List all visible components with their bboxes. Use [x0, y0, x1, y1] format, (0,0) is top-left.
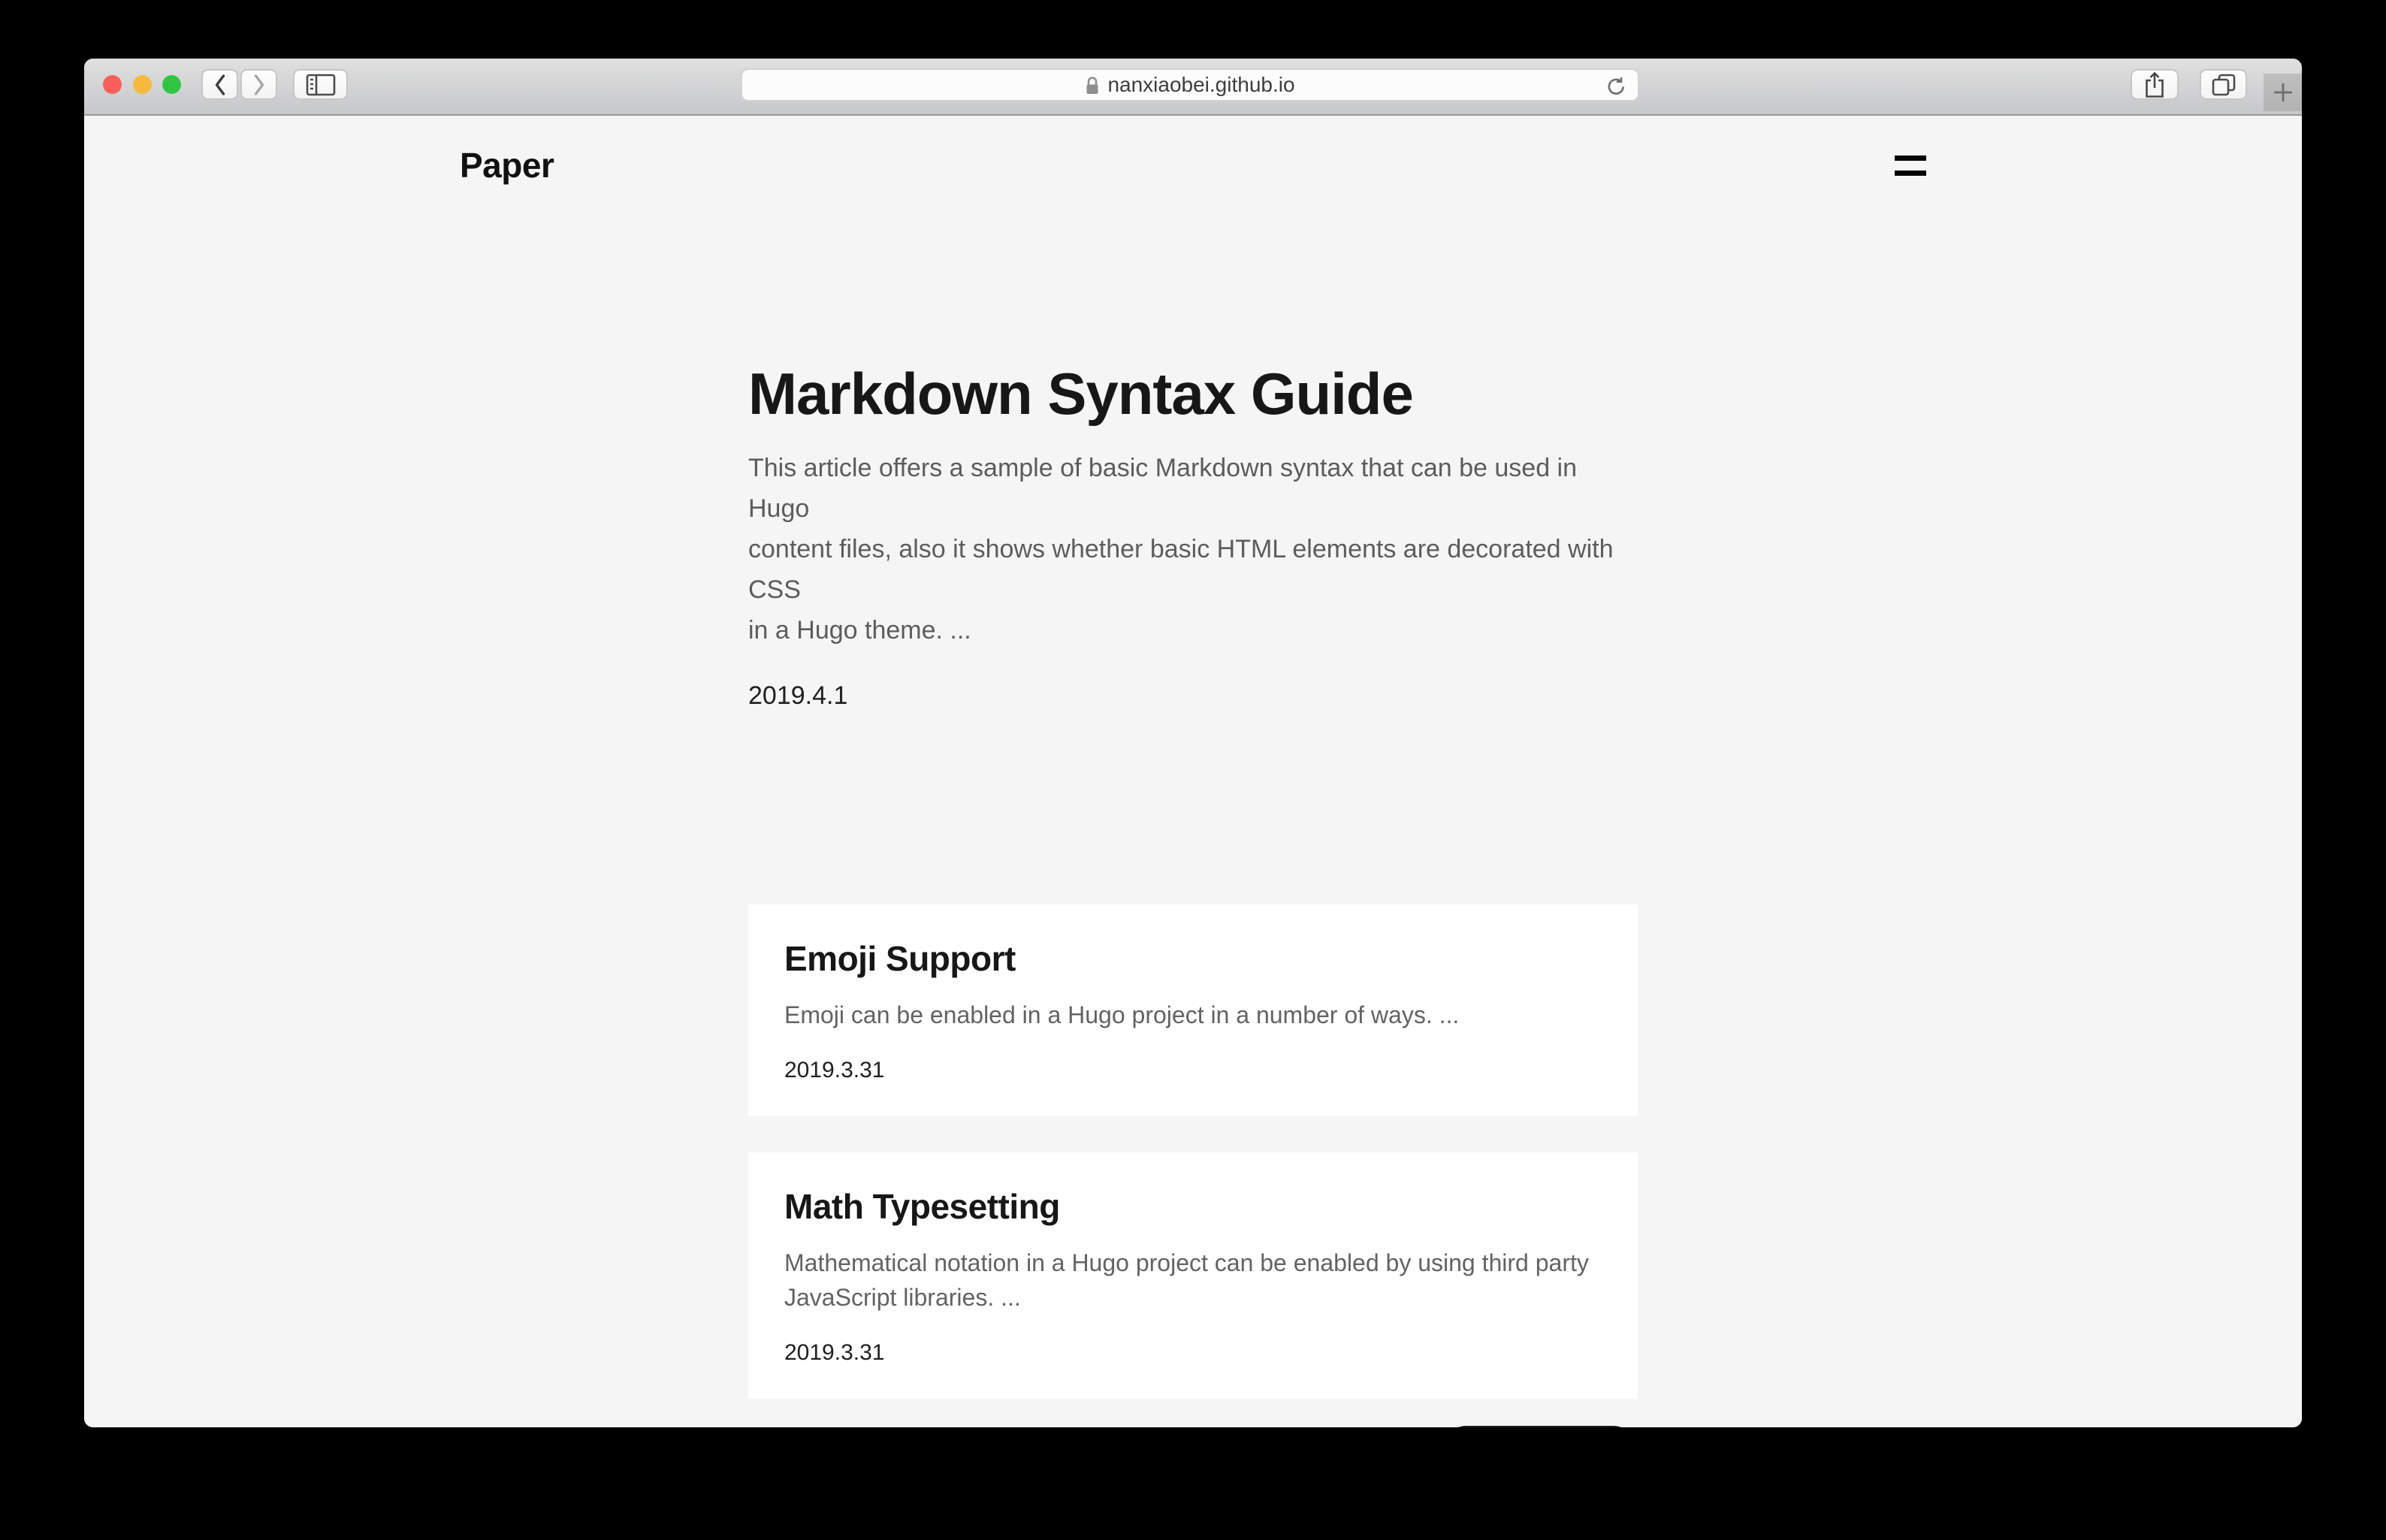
summary-line: Emoji can be enabled in a Hugo project i…	[784, 998, 1602, 1032]
new-tab-button[interactable]	[2264, 74, 2302, 111]
post-title[interactable]: Emoji Support	[784, 938, 1602, 980]
post-card[interactable]: Emoji Support Emoji can be enabled in a …	[748, 904, 1638, 1116]
menu-button[interactable]	[1895, 152, 1926, 179]
browser-toolbar: nanxiaobei.github.io	[84, 59, 2302, 116]
post-title[interactable]: Math Typesetting	[784, 1185, 1602, 1227]
tabs-icon	[2210, 73, 2237, 97]
post-summary: This article offers a sample of basic Ma…	[748, 448, 1638, 651]
summary-line: in a Hugo theme. ...	[748, 610, 1638, 651]
address-bar[interactable]: nanxiaobei.github.io	[741, 68, 1639, 101]
post-date: 2019.3.31	[784, 1058, 1602, 1083]
main-content: Markdown Syntax Guide This article offer…	[748, 359, 1638, 1427]
share-button[interactable]	[2131, 69, 2179, 100]
plus-icon	[2270, 80, 2296, 105]
fullscreen-window-button[interactable]	[162, 75, 181, 94]
sidebar-toggle-button[interactable]	[293, 69, 348, 100]
show-tabs-button[interactable]	[2200, 69, 2247, 100]
summary-line: Mathematical notation in a Hugo project …	[784, 1246, 1602, 1280]
post-title[interactable]: Markdown Syntax Guide	[748, 359, 1638, 428]
post-summary: Emoji can be enabled in a Hugo project i…	[784, 998, 1602, 1032]
chevron-right-icon	[252, 73, 267, 97]
hamburger-icon	[1895, 171, 1926, 176]
next-page-button[interactable]: Next Page →	[1442, 1426, 1638, 1427]
web-page: Paper Markdown Syntax Guide This article…	[84, 116, 2302, 1427]
pagination: Next Page →	[748, 1426, 1638, 1427]
site-header: Paper	[460, 116, 1926, 186]
featured-post: Markdown Syntax Guide This article offer…	[748, 359, 1638, 711]
hamburger-icon	[1895, 156, 1926, 161]
share-icon	[2143, 71, 2166, 99]
post-date: 2019.3.31	[784, 1340, 1602, 1366]
lock-icon[interactable]	[1085, 75, 1100, 95]
post-summary: Mathematical notation in a Hugo project …	[784, 1246, 1602, 1315]
url-text: nanxiaobei.github.io	[1107, 73, 1294, 97]
summary-line: This article offers a sample of basic Ma…	[748, 448, 1638, 529]
reload-button[interactable]	[1605, 74, 1627, 97]
sidebar-icon	[306, 73, 336, 97]
site-logo[interactable]: Paper	[460, 144, 554, 186]
post-card[interactable]: Math Typesetting Mathematical notation i…	[748, 1152, 1638, 1399]
chevron-left-icon	[213, 73, 228, 97]
close-window-button[interactable]	[103, 75, 122, 94]
post-date: 2019.4.1	[748, 681, 1638, 711]
desktop: nanxiaobei.github.io	[0, 0, 2386, 1540]
safari-window: nanxiaobei.github.io	[84, 59, 2302, 1427]
summary-line: JavaScript libraries. ...	[784, 1280, 1602, 1315]
summary-line: content files, also it shows whether bas…	[748, 529, 1638, 610]
minimize-window-button[interactable]	[133, 75, 152, 94]
back-button[interactable]	[201, 69, 238, 100]
forward-button[interactable]	[240, 69, 277, 100]
